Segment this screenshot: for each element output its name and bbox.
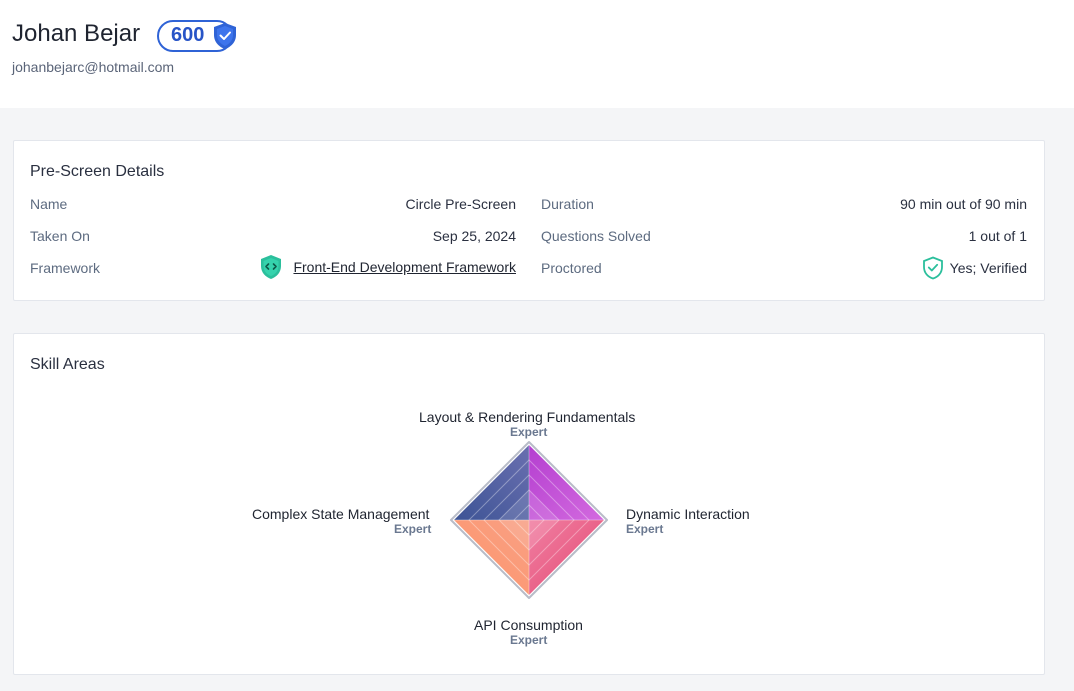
candidate-email: johanbejarc@hotmail.com <box>12 59 175 75</box>
verified-shield-icon <box>214 23 236 49</box>
questions-solved-label: Questions Solved <box>541 228 651 244</box>
taken-on-value: Sep 25, 2024 <box>432 228 516 244</box>
profile-header: Johan Bejar 600 johanbejarc@hotmail.com <box>0 0 1074 108</box>
proctored-value: Yes; Verified <box>949 260 1027 276</box>
score-badge: 600 <box>157 20 237 52</box>
name-value: Circle Pre-Screen <box>405 196 516 212</box>
skill-areas-title: Skill Areas <box>30 356 105 373</box>
proctored-label: Proctored <box>541 260 602 276</box>
name-label: Name <box>30 196 68 212</box>
taken-on-label: Taken On <box>30 228 90 244</box>
duration-value: 90 min out of 90 min <box>900 196 1027 212</box>
axis-left-level: Expert <box>394 522 432 536</box>
score-value: 600 <box>171 24 205 46</box>
framework-link[interactable]: Front-End Development Framework <box>293 259 516 275</box>
skill-radar-chart <box>450 441 608 599</box>
axis-bottom-level: Expert <box>510 633 548 647</box>
shield-check-icon <box>923 256 943 280</box>
candidate-name: Johan Bejar <box>12 20 141 47</box>
prescreen-details-card: Pre-Screen Details Name Circle Pre-Scree… <box>13 140 1045 301</box>
axis-left-name: Complex State Management <box>252 506 430 522</box>
axis-bottom-name: API Consumption <box>474 617 583 633</box>
axis-right-name: Dynamic Interaction <box>626 506 750 522</box>
prescreen-title: Pre-Screen Details <box>30 163 165 180</box>
axis-right-level: Expert <box>626 522 664 536</box>
framework-label: Framework <box>30 260 101 276</box>
duration-label: Duration <box>541 196 594 212</box>
questions-solved-value: 1 out of 1 <box>968 228 1027 244</box>
axis-top-name: Layout & Rendering Fundamentals <box>419 409 636 425</box>
framework-shield-icon <box>261 255 281 279</box>
